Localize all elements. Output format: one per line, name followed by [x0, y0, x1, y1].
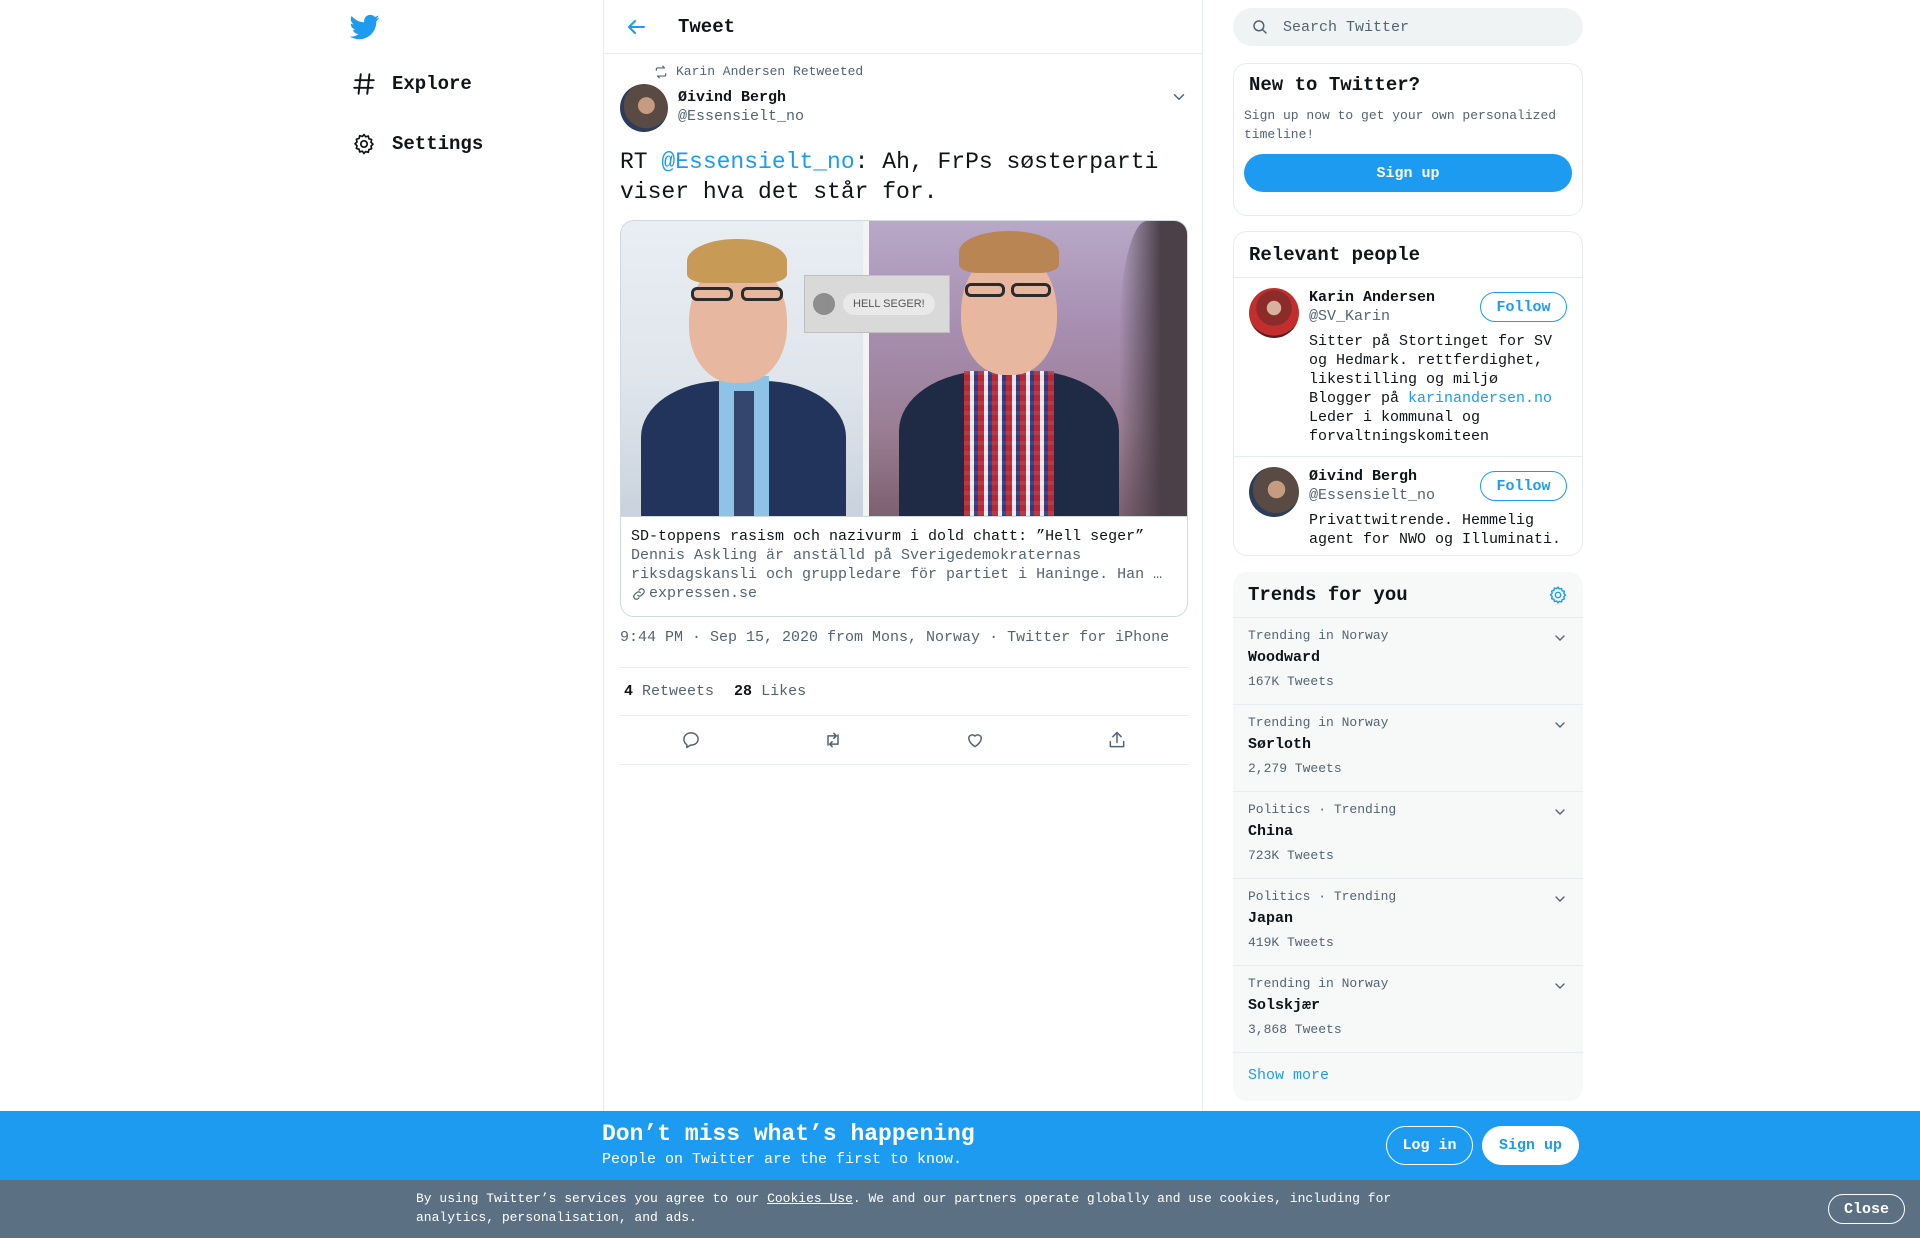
relevant-people-box: Relevant people Karin Andersen @SV_Karin… — [1233, 231, 1583, 556]
new-box-subtitle: Sign up now to get your own personalized… — [1244, 108, 1557, 142]
card-title: SD-toppens rasism och nazivurm i dold ch… — [631, 528, 1145, 545]
tweet-author[interactable]: Øivind Bergh @Essensielt_no — [620, 84, 804, 132]
retweet-icon — [655, 65, 667, 78]
trends-box: Trends for you Trending in Norway Woodwa… — [1233, 572, 1583, 1101]
card-body: SD-toppens rasism och nazivurm i dold ch… — [621, 517, 1187, 613]
tweet-actions — [620, 716, 1188, 765]
person-oivind[interactable]: Øivind Bergh @Essensielt_no Privattwitre… — [1234, 457, 1582, 555]
trend-item[interactable]: Trending in Norway Sørloth 2,279 Tweets — [1233, 705, 1583, 792]
twitter-bird-icon[interactable] — [350, 12, 380, 42]
person-bio: Privattwitrende. Hemmelig agent for NWO … — [1309, 512, 1562, 548]
chevron-down-icon[interactable] — [1552, 891, 1568, 907]
retweeted-by-text[interactable]: Karin Andersen Retweeted — [676, 64, 863, 79]
retweets-stat[interactable]: 4 Retweets — [624, 683, 714, 700]
login-button[interactable]: Log in — [1386, 1126, 1473, 1165]
tweet-stats: 4 Retweets 28 Likes — [620, 667, 1188, 716]
card-photo-right — [869, 221, 1187, 516]
retweet-context: Karin Andersen Retweeted — [654, 64, 863, 79]
new-to-twitter-box: New to Twitter? Sign up now to get your … — [1233, 63, 1583, 216]
tweet-meta: 9:44 PM · Sep 15, 2020 from Mons, Norway… — [620, 629, 1170, 646]
nav-explore-label: Explore — [392, 73, 472, 95]
retweet-icon — [827, 732, 839, 748]
chevron-down-icon[interactable] — [1552, 717, 1568, 733]
trend-name: Woodward — [1248, 649, 1321, 666]
nav-settings[interactable]: Settings — [348, 124, 483, 164]
card-domain: expressen.se — [631, 584, 1177, 603]
banner-title: Don’t miss what’s happening — [602, 1121, 975, 1147]
main-header: Tweet — [604, 0, 1202, 54]
person-karin[interactable]: Karin Andersen @SV_Karin Sitter på Stort… — [1234, 278, 1582, 457]
close-cookie-button[interactable]: Close — [1828, 1194, 1905, 1224]
link-icon — [633, 587, 645, 600]
tweet-client[interactable]: Twitter for iPhone — [1007, 629, 1169, 646]
show-more-link[interactable]: Show more — [1233, 1053, 1583, 1098]
signup-button[interactable]: Sign up — [1482, 1126, 1579, 1165]
tweet-text-prefix: RT — [620, 149, 662, 175]
arrow-left-icon[interactable] — [624, 15, 648, 39]
trend-name: China — [1248, 823, 1294, 840]
hashtag-icon — [348, 68, 380, 100]
likes-stat[interactable]: 28 Likes — [734, 683, 806, 700]
retweet-button[interactable] — [813, 720, 853, 760]
trend-name: Sørloth — [1248, 736, 1312, 753]
trend-item[interactable]: Trending in Norway Solskjær 3,868 Tweets — [1233, 966, 1583, 1053]
new-box-title: New to Twitter? — [1249, 74, 1421, 96]
avatar[interactable] — [1249, 288, 1299, 338]
gear-icon[interactable] — [1548, 585, 1568, 605]
trends-title: Trends for you — [1248, 583, 1408, 606]
share-icon — [1109, 731, 1125, 748]
trend-item[interactable]: Politics · Trending China 723K Tweets — [1233, 792, 1583, 879]
share-button[interactable] — [1097, 720, 1137, 760]
chevron-down-icon[interactable] — [1552, 978, 1568, 994]
nav-settings-label: Settings — [392, 133, 484, 155]
relevant-people-title: Relevant people — [1234, 232, 1582, 278]
follow-button[interactable]: Follow — [1480, 292, 1567, 322]
tweet-text: RT @Essensielt_no: Ah, FrPs søsterparti … — [620, 147, 1180, 207]
trend-name: Solskjær — [1248, 997, 1321, 1014]
like-button[interactable] — [955, 720, 995, 760]
cookies-use-link[interactable]: Cookies Use — [767, 1191, 853, 1206]
heart-icon — [968, 734, 982, 748]
card-photo-left — [621, 221, 863, 516]
sidebar-signup-button[interactable]: Sign up — [1244, 154, 1572, 192]
card-description: Dennis Askling är anställd på Sverigedem… — [631, 547, 1163, 583]
search-icon — [1253, 20, 1267, 34]
tweet-mention-link[interactable]: @Essensielt_no — [661, 149, 854, 175]
search-bar[interactable] — [1233, 8, 1583, 46]
card-domain-text: expressen.se — [649, 585, 758, 602]
link-card[interactable]: HELL SEGER! SD-toppens rasism och nazivu… — [620, 220, 1188, 617]
page-title: Tweet — [678, 15, 736, 38]
search-input[interactable] — [1283, 18, 1563, 36]
tweet-timestamp[interactable]: 9:44 PM · Sep 15, 2020 from Mons, Norway — [620, 629, 980, 646]
follow-button[interactable]: Follow — [1480, 471, 1567, 501]
signup-banner: Don’t miss what’s happening People on Tw… — [0, 1111, 1920, 1180]
author-handle[interactable]: @Essensielt_no — [678, 107, 804, 126]
avatar[interactable] — [620, 84, 668, 132]
banner-subtitle: People on Twitter are the first to know. — [602, 1151, 963, 1168]
trend-name: Japan — [1248, 910, 1294, 927]
gear-icon — [348, 128, 380, 160]
reply-button[interactable] — [671, 720, 711, 760]
trend-item[interactable]: Trending in Norway Woodward 167K Tweets — [1233, 618, 1583, 705]
trends-header: Trends for you — [1233, 572, 1583, 618]
trend-item[interactable]: Politics · Trending Japan 419K Tweets — [1233, 879, 1583, 966]
chevron-down-icon[interactable] — [1552, 630, 1568, 646]
avatar[interactable] — [1249, 467, 1299, 517]
reply-icon — [683, 732, 699, 749]
badge-text: HELL SEGER! — [843, 293, 935, 315]
person-bio: Sitter på Stortinget for SV og Hedmark. … — [1309, 333, 1553, 445]
main-column: Tweet Karin Andersen Retweeted Øivind Be… — [603, 0, 1203, 1112]
cookie-text: By using Twitter’s services you agree to… — [416, 1191, 1392, 1225]
bio-link[interactable]: karinandersen.no — [1408, 390, 1552, 407]
card-image: HELL SEGER! — [621, 221, 1187, 517]
chevron-down-icon[interactable] — [1552, 804, 1568, 820]
chevron-down-icon[interactable] — [1170, 88, 1188, 106]
nav-explore[interactable]: Explore — [348, 64, 472, 104]
hell-seger-badge: HELL SEGER! — [804, 275, 950, 333]
cookie-bar: By using Twitter’s services you agree to… — [0, 1180, 1920, 1238]
author-name[interactable]: Øivind Bergh — [678, 88, 804, 107]
